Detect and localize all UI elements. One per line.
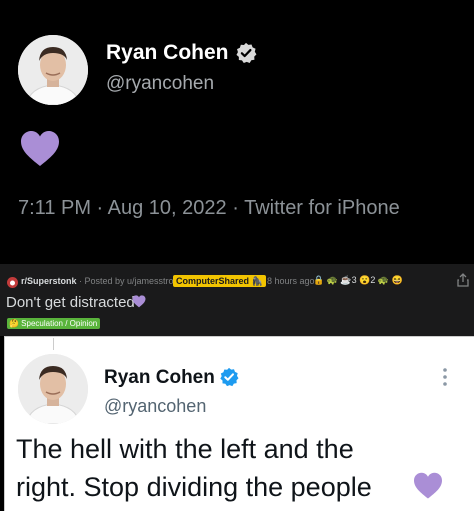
user-flair: ComputerShared 🦍: [173, 275, 266, 287]
purple-heart-icon: [412, 472, 444, 500]
purple-heart-icon: [20, 130, 60, 168]
post-flair[interactable]: 🤔 Speculation / Opinion: [7, 318, 101, 329]
subreddit-icon[interactable]: [7, 275, 18, 288]
post-title[interactable]: Don't get distracted: [6, 294, 135, 311]
award-list[interactable]: 🔒 🐢 ☕3 😮2 🐢 😆: [313, 275, 403, 286]
handle[interactable]: @ryancohen: [104, 396, 206, 417]
more-options-icon[interactable]: [437, 365, 453, 389]
thread-connector: [53, 338, 54, 350]
tweet-text: The hell with the left and the right. St…: [16, 434, 372, 502]
display-name[interactable]: Ryan Cohen: [106, 41, 229, 65]
post-byline: r/Superstonk · Posted by u/jamesstrogg: [21, 276, 184, 286]
handle[interactable]: @ryancohen: [106, 73, 214, 95]
verified-badge-icon: [219, 367, 239, 387]
share-icon[interactable]: [457, 273, 469, 287]
subreddit-link[interactable]: r/Superstonk: [21, 276, 77, 286]
posted-by[interactable]: · Posted by u/jamesstrogg: [77, 276, 184, 286]
post-time: 8 hours ago: [267, 276, 315, 286]
avatar[interactable]: [18, 354, 88, 424]
avatar[interactable]: [18, 35, 88, 105]
tweet-timestamp[interactable]: 7:11 PM · Aug 10, 2022 · Twitter for iPh…: [18, 197, 400, 220]
display-name[interactable]: Ryan Cohen: [104, 367, 215, 389]
verified-badge-icon: [235, 42, 257, 64]
purple-heart-icon: [132, 295, 146, 308]
